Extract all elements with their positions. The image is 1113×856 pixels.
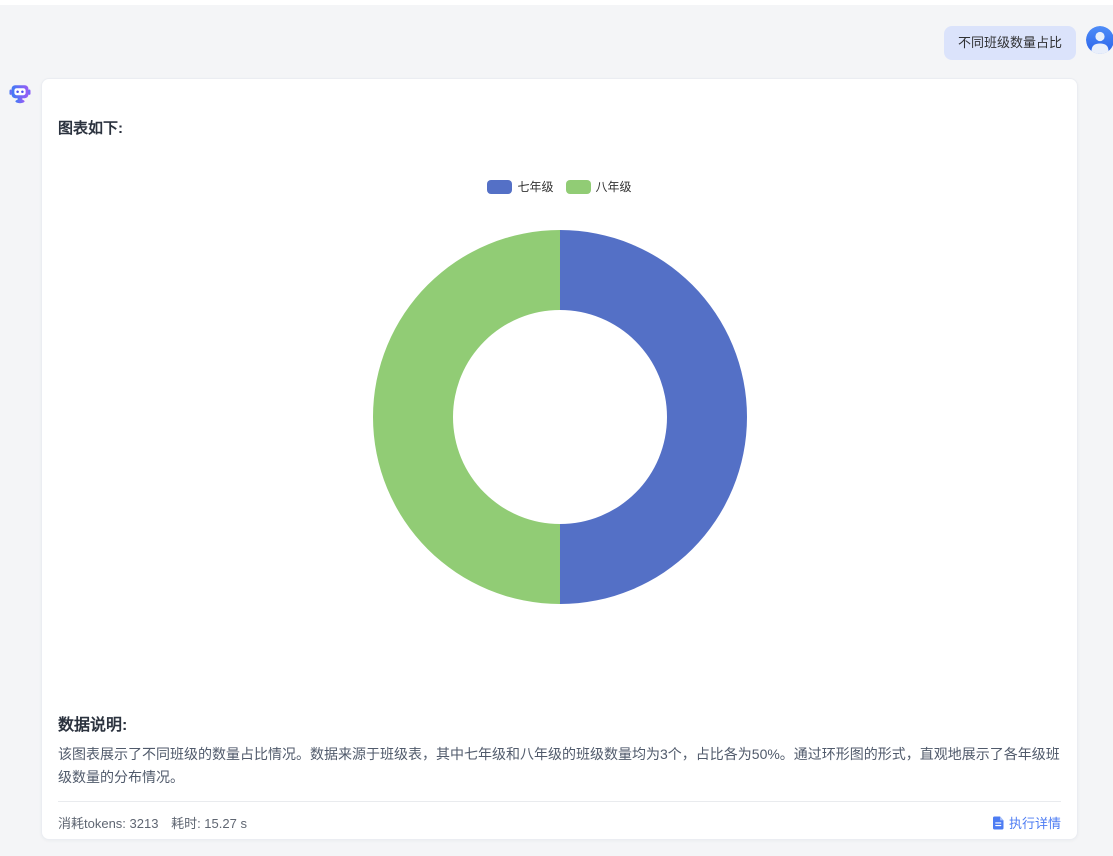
assistant-answer-card: 图表如下: 七年级 八年级 数据说明: 该图表展示了不同班级的数量占比情况。数据来… bbox=[41, 78, 1078, 840]
tokens-used-text: 消耗tokens: 3213 bbox=[58, 816, 159, 831]
card-footer: 消耗tokens: 3213 耗时: 15.27 s 执行详情 bbox=[58, 802, 1061, 832]
chart-heading: 图表如下: bbox=[58, 120, 123, 137]
top-header-strip bbox=[0, 0, 1113, 5]
donut-chart bbox=[372, 230, 747, 604]
donut-chart-area: 七年级 八年级 bbox=[58, 138, 1061, 698]
document-file-icon bbox=[992, 816, 1005, 830]
robot-chat-icon bbox=[9, 82, 31, 104]
legend-label: 八年级 bbox=[595, 180, 632, 194]
app-screen: 不同班级数量占比 图表如下: 七年级 八年级 数据说明: 该图表展示了不同班级的… bbox=[0, 0, 1113, 856]
data-note-body: 该图表展示了不同班级的数量占比情况。数据来源于班级表，其中七年级和八年级的班级数… bbox=[58, 746, 1060, 785]
data-note-heading: 数据说明: bbox=[58, 717, 128, 734]
legend-marker bbox=[487, 179, 513, 194]
legend-item[interactable]: 七年级 bbox=[487, 178, 554, 195]
execution-details-link[interactable]: 执行详情 bbox=[992, 813, 1061, 832]
usage-stats: 消耗tokens: 3213 耗时: 15.27 s bbox=[58, 813, 247, 832]
chart-legend: 七年级 八年级 bbox=[58, 178, 1061, 195]
legend-label: 七年级 bbox=[517, 180, 554, 194]
user-message-bubble: 不同班级数量占比 bbox=[943, 26, 1076, 60]
legend-marker bbox=[565, 179, 591, 194]
execution-details-label: 执行详情 bbox=[1008, 816, 1061, 831]
legend-item[interactable]: 八年级 bbox=[565, 178, 632, 195]
donut-slice[interactable] bbox=[559, 230, 747, 604]
person-avatar-icon bbox=[1086, 26, 1113, 54]
donut-slice[interactable] bbox=[372, 230, 560, 604]
time-elapsed-text: 耗时: 15.27 s bbox=[171, 816, 247, 831]
